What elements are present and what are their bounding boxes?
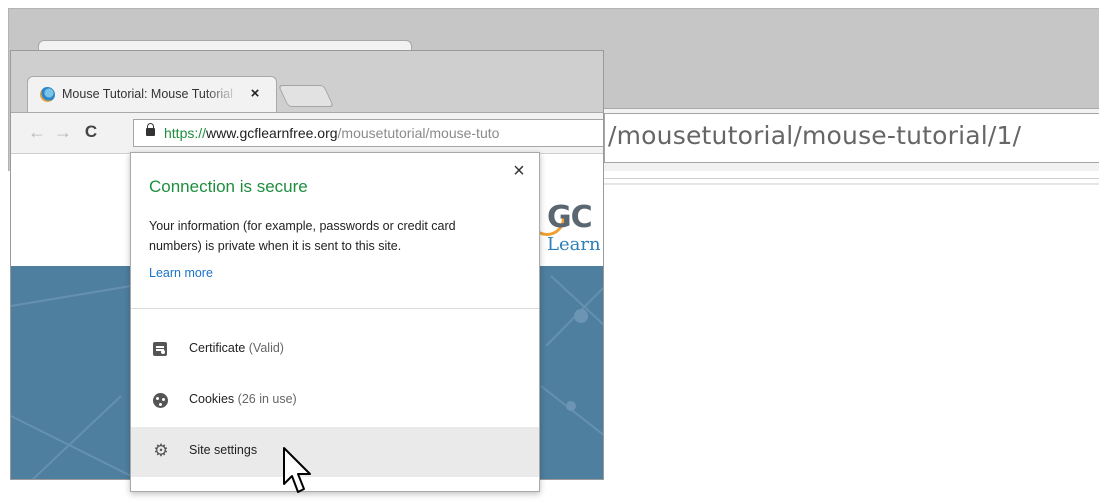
address-bar[interactable]: https://www.gcflearnfree.org/mousetutori… [133,119,603,147]
tab-strip: Mouse Tutorial: Mouse Tutorial × [11,51,603,113]
tab-mouse-tutorial[interactable]: Mouse Tutorial: Mouse Tutorial × [27,76,277,112]
certificate-item[interactable]: Certificate (Valid) [131,325,539,375]
gcf-logo-text: GC [547,200,593,235]
connection-status-title: Connection is secure [149,177,308,196]
connection-description: Your information (for example, passwords… [149,219,456,253]
url-host: www.gcflearnfree.org [206,125,338,141]
zoomed-url-text: /mousetutorial/mouse-tutorial/1/ [608,121,1022,150]
close-icon[interactable]: × [507,159,531,183]
url-text[interactable]: https://www.gcflearnfree.org/mousetutori… [164,125,499,141]
cookie-icon [153,393,168,408]
certificate-icon [153,342,167,356]
tab-title: Mouse Tutorial: Mouse Tutorial [62,87,233,101]
site-settings-item[interactable]: ⚙ Site settings [131,427,539,477]
reload-icon[interactable]: C [79,120,103,144]
gcf-logo-subtext: Learn [547,234,601,255]
url-path: /mousetutorial/mouse-tuto [337,125,500,141]
site-settings-label: Site settings [189,443,258,457]
gear-icon: ⚙ [153,441,169,460]
new-tab-button[interactable] [277,85,335,107]
certificate-label: Certificate (Valid) [189,341,284,355]
cookies-item[interactable]: Cookies (26 in use) [131,376,539,426]
browser-toolbar: ← → C https://www.gcflearnfree.org/mouse… [11,112,603,154]
zoomed-divider [604,178,1099,179]
tab-close-icon[interactable]: × [244,83,266,105]
url-scheme: https:// [164,125,207,141]
forward-arrow-icon[interactable]: → [51,120,75,144]
gcf-globe-icon [40,87,55,102]
popup-divider [131,308,539,309]
lock-icon[interactable] [146,123,155,136]
cookies-label: Cookies (26 in use) [189,392,297,406]
zoomed-divider-2 [604,183,1099,185]
back-arrow-icon[interactable]: ← [25,120,49,144]
mouse-pointer-icon [283,447,311,493]
learn-more-link[interactable]: Learn more [149,266,213,280]
site-info-popup: × Connection is secure Your information … [130,152,540,492]
